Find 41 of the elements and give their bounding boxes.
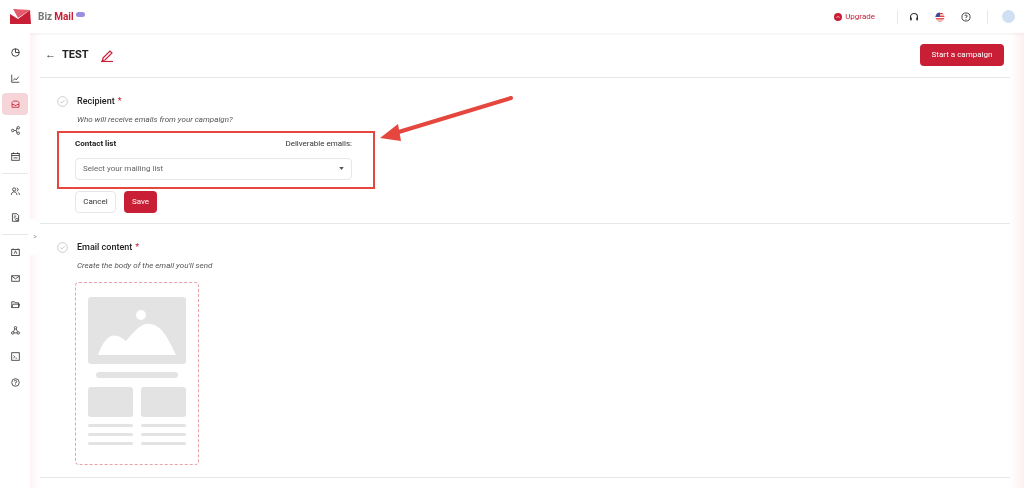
network-icon bbox=[9, 324, 21, 336]
campaign-title: TEST bbox=[62, 46, 89, 63]
people-icon bbox=[9, 185, 21, 197]
required-mark: * bbox=[135, 241, 140, 254]
back-button[interactable]: ← bbox=[45, 46, 56, 64]
section-title: Email content bbox=[77, 241, 133, 254]
mailing-list-dropdown[interactable]: Select your mailing list bbox=[75, 157, 352, 180]
required-mark: * bbox=[117, 95, 122, 108]
calendar-icon bbox=[9, 150, 21, 162]
pie-chart-icon bbox=[9, 46, 21, 58]
envelope-logo-icon bbox=[10, 9, 31, 24]
inbox-icon bbox=[9, 98, 21, 110]
upgrade-icon bbox=[834, 12, 843, 21]
folder-icon bbox=[9, 298, 21, 310]
terminal-icon bbox=[9, 350, 21, 362]
headset-icon[interactable] bbox=[909, 11, 919, 22]
line-chart-icon bbox=[9, 72, 21, 84]
nodes-icon bbox=[9, 124, 21, 136]
dropdown-placeholder: Select your mailing list bbox=[83, 162, 164, 175]
section-subtitle: Create the body of the email you'll send bbox=[77, 259, 213, 272]
brand-name: Mail bbox=[54, 10, 74, 24]
save-button[interactable]: Save bbox=[124, 190, 157, 213]
cancel-button[interactable]: Cancel bbox=[75, 190, 116, 213]
field-label: Contact list bbox=[75, 137, 117, 150]
start-campaign-button[interactable]: Start a campaign bbox=[920, 44, 1004, 66]
check-circle-icon bbox=[57, 96, 68, 107]
upgrade-link[interactable]: Upgrade bbox=[834, 10, 875, 23]
pencil-icon[interactable] bbox=[99, 48, 114, 62]
section-subtitle: Who will receive emails from your campaign? bbox=[77, 113, 233, 126]
check-circle-icon bbox=[57, 242, 68, 253]
field-info: Deliverable emails: bbox=[285, 137, 352, 150]
envelope-icon bbox=[9, 272, 21, 284]
flag-icon[interactable] bbox=[935, 11, 945, 22]
document-icon bbox=[9, 211, 21, 223]
card-icon bbox=[9, 246, 21, 258]
brand-name: Biz bbox=[38, 10, 53, 24]
help-icon bbox=[9, 376, 21, 388]
help-icon[interactable] bbox=[961, 11, 971, 22]
caret-icon bbox=[339, 167, 344, 170]
plan-badge-icon bbox=[75, 11, 85, 17]
section-title: Recipient bbox=[77, 95, 115, 108]
